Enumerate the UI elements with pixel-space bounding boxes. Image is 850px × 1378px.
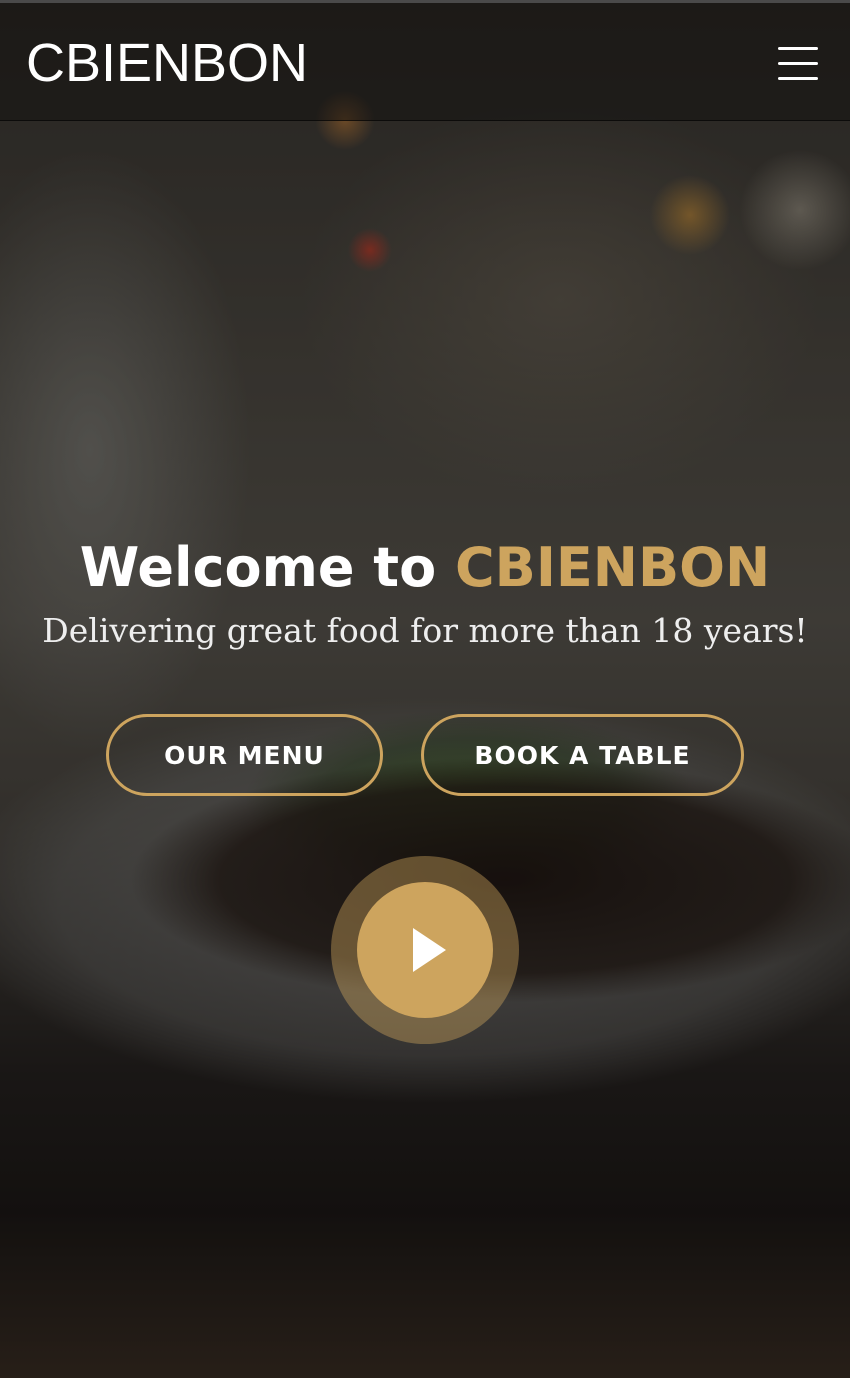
our-menu-button[interactable]: OUR MENU xyxy=(106,714,383,796)
hamburger-line xyxy=(778,77,818,80)
hero-subtitle: Delivering great food for more than 18 y… xyxy=(42,611,808,650)
site-logo[interactable]: CBIENBON xyxy=(26,33,308,93)
hero-title: Welcome to CBIENBON xyxy=(0,535,850,601)
play-icon xyxy=(413,928,446,972)
book-a-table-button[interactable]: BOOK A TABLE xyxy=(421,714,744,796)
play-button-circle xyxy=(357,882,493,1018)
hero-title-prefix: Welcome to xyxy=(79,536,437,599)
play-video-button[interactable] xyxy=(331,856,519,1044)
page: CBIENBON Welcome to CBIENBON Delivering … xyxy=(0,0,850,1378)
hamburger-menu-icon[interactable] xyxy=(778,47,818,81)
hamburger-line xyxy=(778,62,818,65)
hero-title-brand: CBIENBON xyxy=(455,536,771,599)
site-header: CBIENBON xyxy=(0,0,850,121)
hero-overlay xyxy=(0,0,850,1378)
hamburger-line xyxy=(778,47,818,50)
